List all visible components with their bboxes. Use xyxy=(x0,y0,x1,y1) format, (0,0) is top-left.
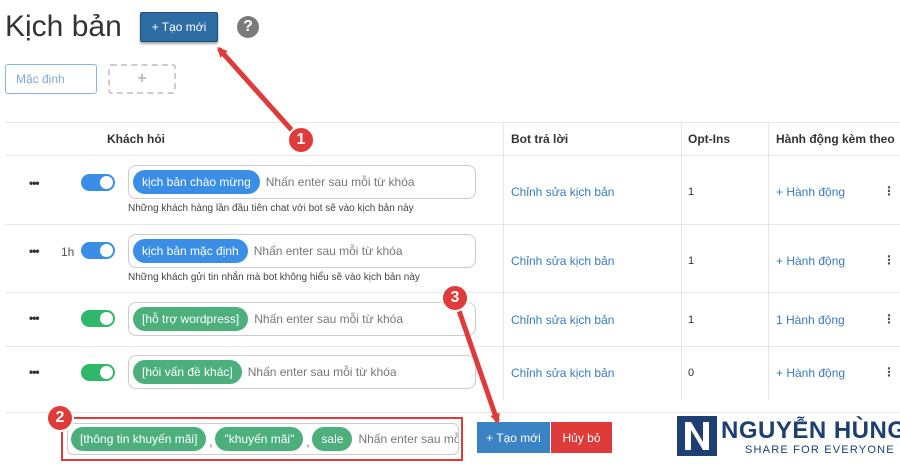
optins-value: 0 xyxy=(688,367,695,379)
row-toggle[interactable] xyxy=(81,364,115,381)
edit-script-link[interactable]: Chỉnh sửa kịch bản xyxy=(511,254,614,268)
keyword-input[interactable]: [hỏi vấn đề khác] Nhấn enter sau mỗi từ … xyxy=(128,355,476,389)
edit-script-link[interactable]: Chỉnh sửa kịch bản xyxy=(511,185,614,199)
row-description: Những khách gửi tin nhắn mà bot không hi… xyxy=(128,272,420,283)
keyword-placeholder: Nhấn enter sau mỗi từ khóa xyxy=(253,244,403,258)
tab-default[interactable]: Mặc định xyxy=(5,64,97,94)
row-menu-icon[interactable]: ••• xyxy=(29,365,40,379)
row-menu-icon[interactable]: ••• xyxy=(29,176,40,190)
row-menu-icon[interactable]: ••• xyxy=(29,244,40,258)
divider xyxy=(5,412,900,413)
column-header-actions: Hành động kèm theo xyxy=(776,131,895,146)
keyword-placeholder: Nhấn enter sau mỗi từ khóa xyxy=(247,365,397,379)
add-tab-button[interactable]: + xyxy=(108,64,176,94)
kebab-menu-icon[interactable]: ⋮ xyxy=(883,312,895,326)
annotation-badge-1: 1 xyxy=(287,126,315,154)
row-description: Những khách hàng lần đầu tiên chat với b… xyxy=(128,203,414,214)
keyword-chip[interactable]: kịch bản mặc định xyxy=(133,239,248,263)
kebab-menu-icon[interactable]: ⋮ xyxy=(883,253,895,267)
row-delay-label: 1h xyxy=(61,245,75,259)
logo-name: NGUYỄN HÙNG xyxy=(721,417,900,444)
optins-value: 1 xyxy=(688,186,695,198)
edit-script-link[interactable]: Chỉnh sửa kịch bản xyxy=(511,366,614,380)
logo-tagline: SHARE FOR EVERYONE xyxy=(745,444,895,456)
keyword-chip[interactable]: [hỏi vấn đề khác] xyxy=(133,360,242,384)
scripts-table: Khách hỏi Bot trả lời Opt-Ins Hành động … xyxy=(5,122,900,400)
keyword-chip[interactable]: kịch bản chào mừng xyxy=(133,170,260,194)
new-keyword-input[interactable]: [thông tin khuyến mãi] , "khuyến mãi" , … xyxy=(67,423,459,455)
row-menu-icon[interactable]: ••• xyxy=(29,311,40,325)
keyword-input[interactable]: kịch bản mặc định Nhấn enter sau mỗi từ … xyxy=(128,234,476,268)
keyword-chip[interactable]: "khuyến mãi" xyxy=(215,427,304,451)
column-header-customer: Khách hỏi xyxy=(107,131,166,146)
kebab-menu-icon[interactable]: ⋮ xyxy=(883,365,895,379)
row-toggle[interactable] xyxy=(81,242,115,259)
keyword-input[interactable]: kịch bản chào mừng Nhấn enter sau mỗi từ… xyxy=(128,165,476,199)
keyword-input[interactable]: [hỗ trợ wordpress] Nhấn enter sau mỗi từ… xyxy=(128,302,476,336)
column-header-optins: Opt-Ins xyxy=(688,131,730,146)
keyword-separator: , xyxy=(209,437,213,449)
logo-mark-icon xyxy=(677,416,717,456)
create-script-button[interactable]: + Tạo mới xyxy=(477,422,550,453)
row-toggle[interactable] xyxy=(81,174,115,191)
annotation-badge-3: 3 xyxy=(441,284,469,312)
create-new-button[interactable]: + Tạo mới xyxy=(140,12,218,42)
keyword-placeholder: Nhấn enter sau mỗi từ khóa xyxy=(265,175,415,189)
add-action-link[interactable]: + Hành động xyxy=(776,366,845,380)
keyword-placeholder: Nhấn enter sau mỗi từ khóa xyxy=(358,432,458,446)
page-title: Kịch bản xyxy=(5,10,122,43)
add-action-link[interactable]: + Hành động xyxy=(776,185,845,199)
optins-value: 1 xyxy=(688,314,695,326)
optins-value: 1 xyxy=(688,255,695,267)
keyword-placeholder: Nhấn enter sau mỗi từ khóa xyxy=(254,312,404,326)
table-row: ••• 1h kịch bản mặc định Nhấn enter sau … xyxy=(5,225,900,292)
keyword-chip[interactable]: sale xyxy=(312,427,353,451)
row-toggle[interactable] xyxy=(81,310,115,327)
action-count-link[interactable]: 1 Hành động xyxy=(776,313,845,327)
keyword-chip[interactable]: [thông tin khuyến mãi] xyxy=(71,427,207,451)
brand-logo: NGUYỄN HÙNG SHARE FOR EVERYONE xyxy=(677,416,900,465)
annotation-badge-2: 2 xyxy=(46,404,74,432)
table-row: ••• [hỏi vấn đề khác] Nhấn enter sau mỗi… xyxy=(5,347,900,400)
kebab-menu-icon[interactable]: ⋮ xyxy=(883,184,895,198)
keyword-chip[interactable]: [hỗ trợ wordpress] xyxy=(133,307,249,331)
edit-script-link[interactable]: Chỉnh sửa kịch bản xyxy=(511,313,614,327)
add-action-link[interactable]: + Hành động xyxy=(776,254,845,268)
column-header-bot-reply: Bot trả lời xyxy=(511,131,569,146)
help-icon[interactable]: ? xyxy=(237,16,259,38)
keyword-separator: , xyxy=(306,437,310,449)
table-row: ••• kịch bản chào mừng Nhấn enter sau mỗ… xyxy=(5,156,900,224)
cancel-button[interactable]: Hủy bỏ xyxy=(551,422,612,453)
